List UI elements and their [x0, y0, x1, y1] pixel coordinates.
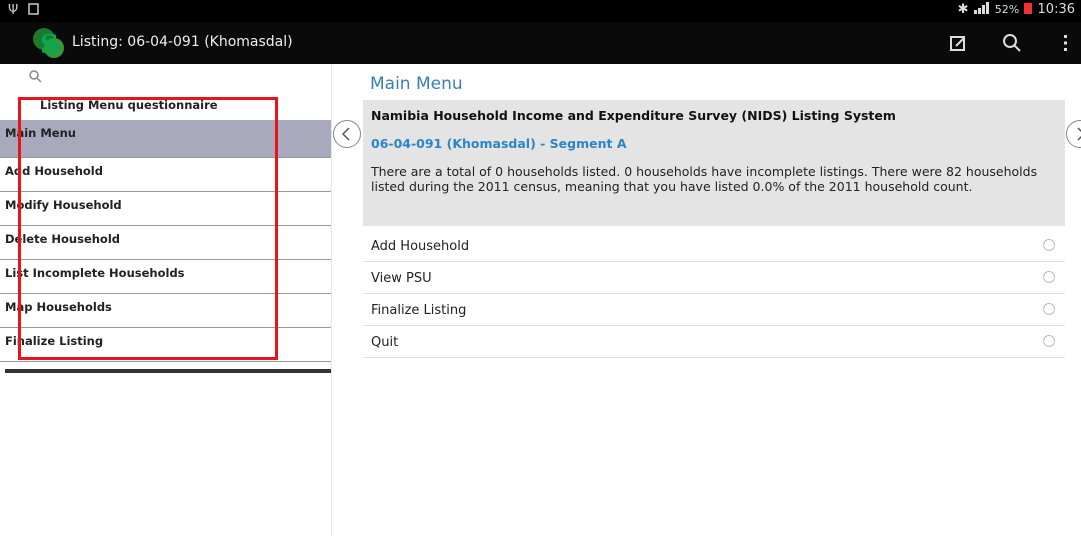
- info-title: Namibia Household Income and Expenditure…: [371, 108, 896, 123]
- menu-item-label: View PSU: [371, 271, 432, 286]
- menu-item-quit[interactable]: Quit: [363, 326, 1065, 358]
- radio-button[interactable]: [1043, 271, 1055, 283]
- overflow-menu-icon[interactable]: [1053, 31, 1077, 55]
- info-panel: Namibia Household Income and Expenditure…: [363, 100, 1065, 226]
- compose-icon[interactable]: [946, 31, 970, 55]
- menu-item-add-household[interactable]: Add Household: [363, 230, 1065, 262]
- menu-item-finalize-listing[interactable]: Finalize Listing: [363, 294, 1065, 326]
- main-content: Main Menu Namibia Household Income and E…: [333, 64, 1081, 536]
- notification-icon: [28, 3, 40, 15]
- clock: 10:36: [1037, 2, 1075, 17]
- battery-icon: [1024, 3, 1033, 14]
- menu-item-label: Finalize Listing: [371, 303, 467, 318]
- status-right: ✱ 52% 10:36: [958, 2, 1075, 17]
- status-left: Ψ: [8, 3, 40, 18]
- main-menu-list: Add Household View PSU Finalize Listing …: [363, 230, 1065, 358]
- menu-item-view-psu[interactable]: View PSU: [363, 262, 1065, 294]
- highlight-box: [18, 97, 278, 360]
- usb-icon: Ψ: [8, 3, 19, 18]
- menu-item-label: Quit: [371, 335, 399, 350]
- radio-button[interactable]: [1043, 335, 1055, 347]
- radio-button[interactable]: [1043, 239, 1055, 251]
- bluetooth-icon: ✱: [957, 2, 969, 17]
- status-bar: Ψ ✱ 52% 10:36: [0, 0, 1081, 22]
- radio-button[interactable]: [1043, 303, 1055, 315]
- sidebar-search-icon[interactable]: [28, 69, 42, 83]
- app-title: Listing: 06-04-091 (Khomasdal): [72, 34, 293, 50]
- svg-text:S: S: [40, 30, 59, 60]
- app-logo-icon: S: [33, 28, 64, 60]
- segment-label: 06-04-091 (Khomasdal) - Segment A: [371, 136, 627, 151]
- search-icon[interactable]: [1000, 31, 1024, 55]
- menu-item-label: Add Household: [371, 239, 470, 254]
- sidebar-divider: [5, 369, 331, 373]
- battery-percent: 52%: [994, 3, 1020, 16]
- signal-icon: [973, 2, 989, 14]
- summary-text: There are a total of 0 households listed…: [371, 164, 1038, 194]
- action-bar: S Listing: 06-04-091 (Khomasdal): [0, 22, 1081, 64]
- page-title: Main Menu: [370, 74, 463, 94]
